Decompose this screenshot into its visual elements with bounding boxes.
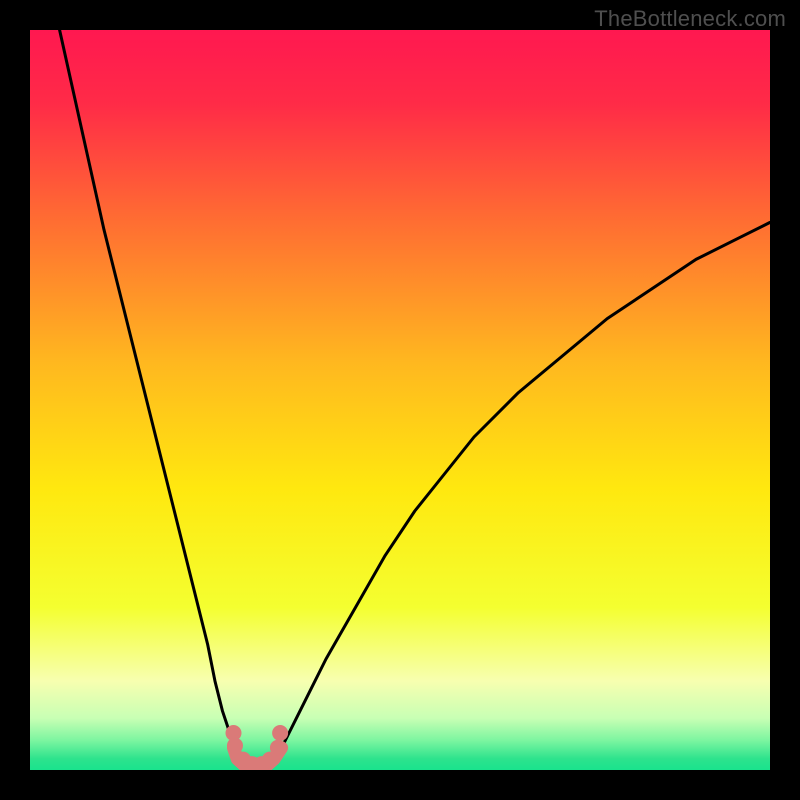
valley-marker [272,725,288,741]
watermark-text: TheBottleneck.com [594,6,786,32]
chart-plot-area [30,30,770,770]
chart-curves [30,30,770,770]
series-left-branch [60,30,234,748]
valley-marker [227,738,243,754]
series-right-branch [282,222,770,747]
valley-marker [270,740,286,756]
chart-frame: TheBottleneck.com [0,0,800,800]
